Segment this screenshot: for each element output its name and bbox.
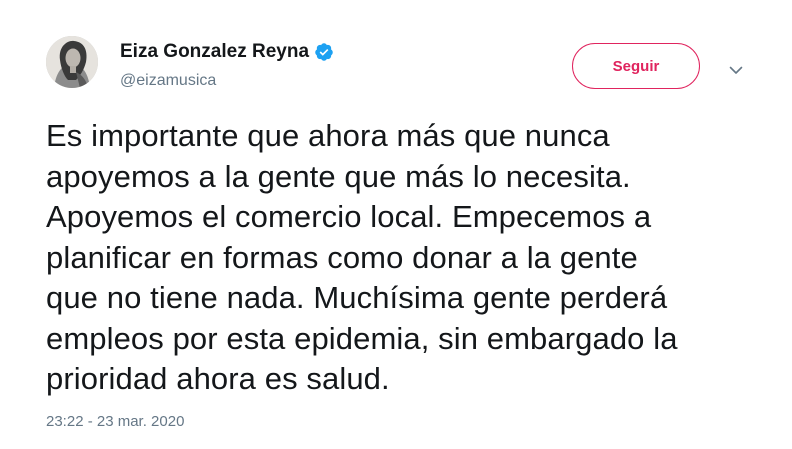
avatar-image [46, 36, 98, 88]
author-display-name[interactable]: Eiza Gonzalez Reyna [120, 41, 309, 63]
verified-badge-icon [314, 42, 334, 62]
follow-button[interactable]: Seguir [572, 43, 700, 89]
tweet-text: Es importante que ahora más que nunca ap… [46, 118, 678, 396]
tweet-timestamp[interactable]: 23:22 - 23 mar. 2020 [46, 413, 184, 430]
avatar[interactable] [46, 36, 98, 88]
tweet-card: Eiza Gonzalez Reyna @eizamusica Seguir E… [0, 0, 792, 449]
chevron-down-icon[interactable] [728, 62, 744, 78]
author-handle[interactable]: @eizamusica [120, 72, 216, 90]
author-name-row: Eiza Gonzalez Reyna [120, 40, 334, 64]
